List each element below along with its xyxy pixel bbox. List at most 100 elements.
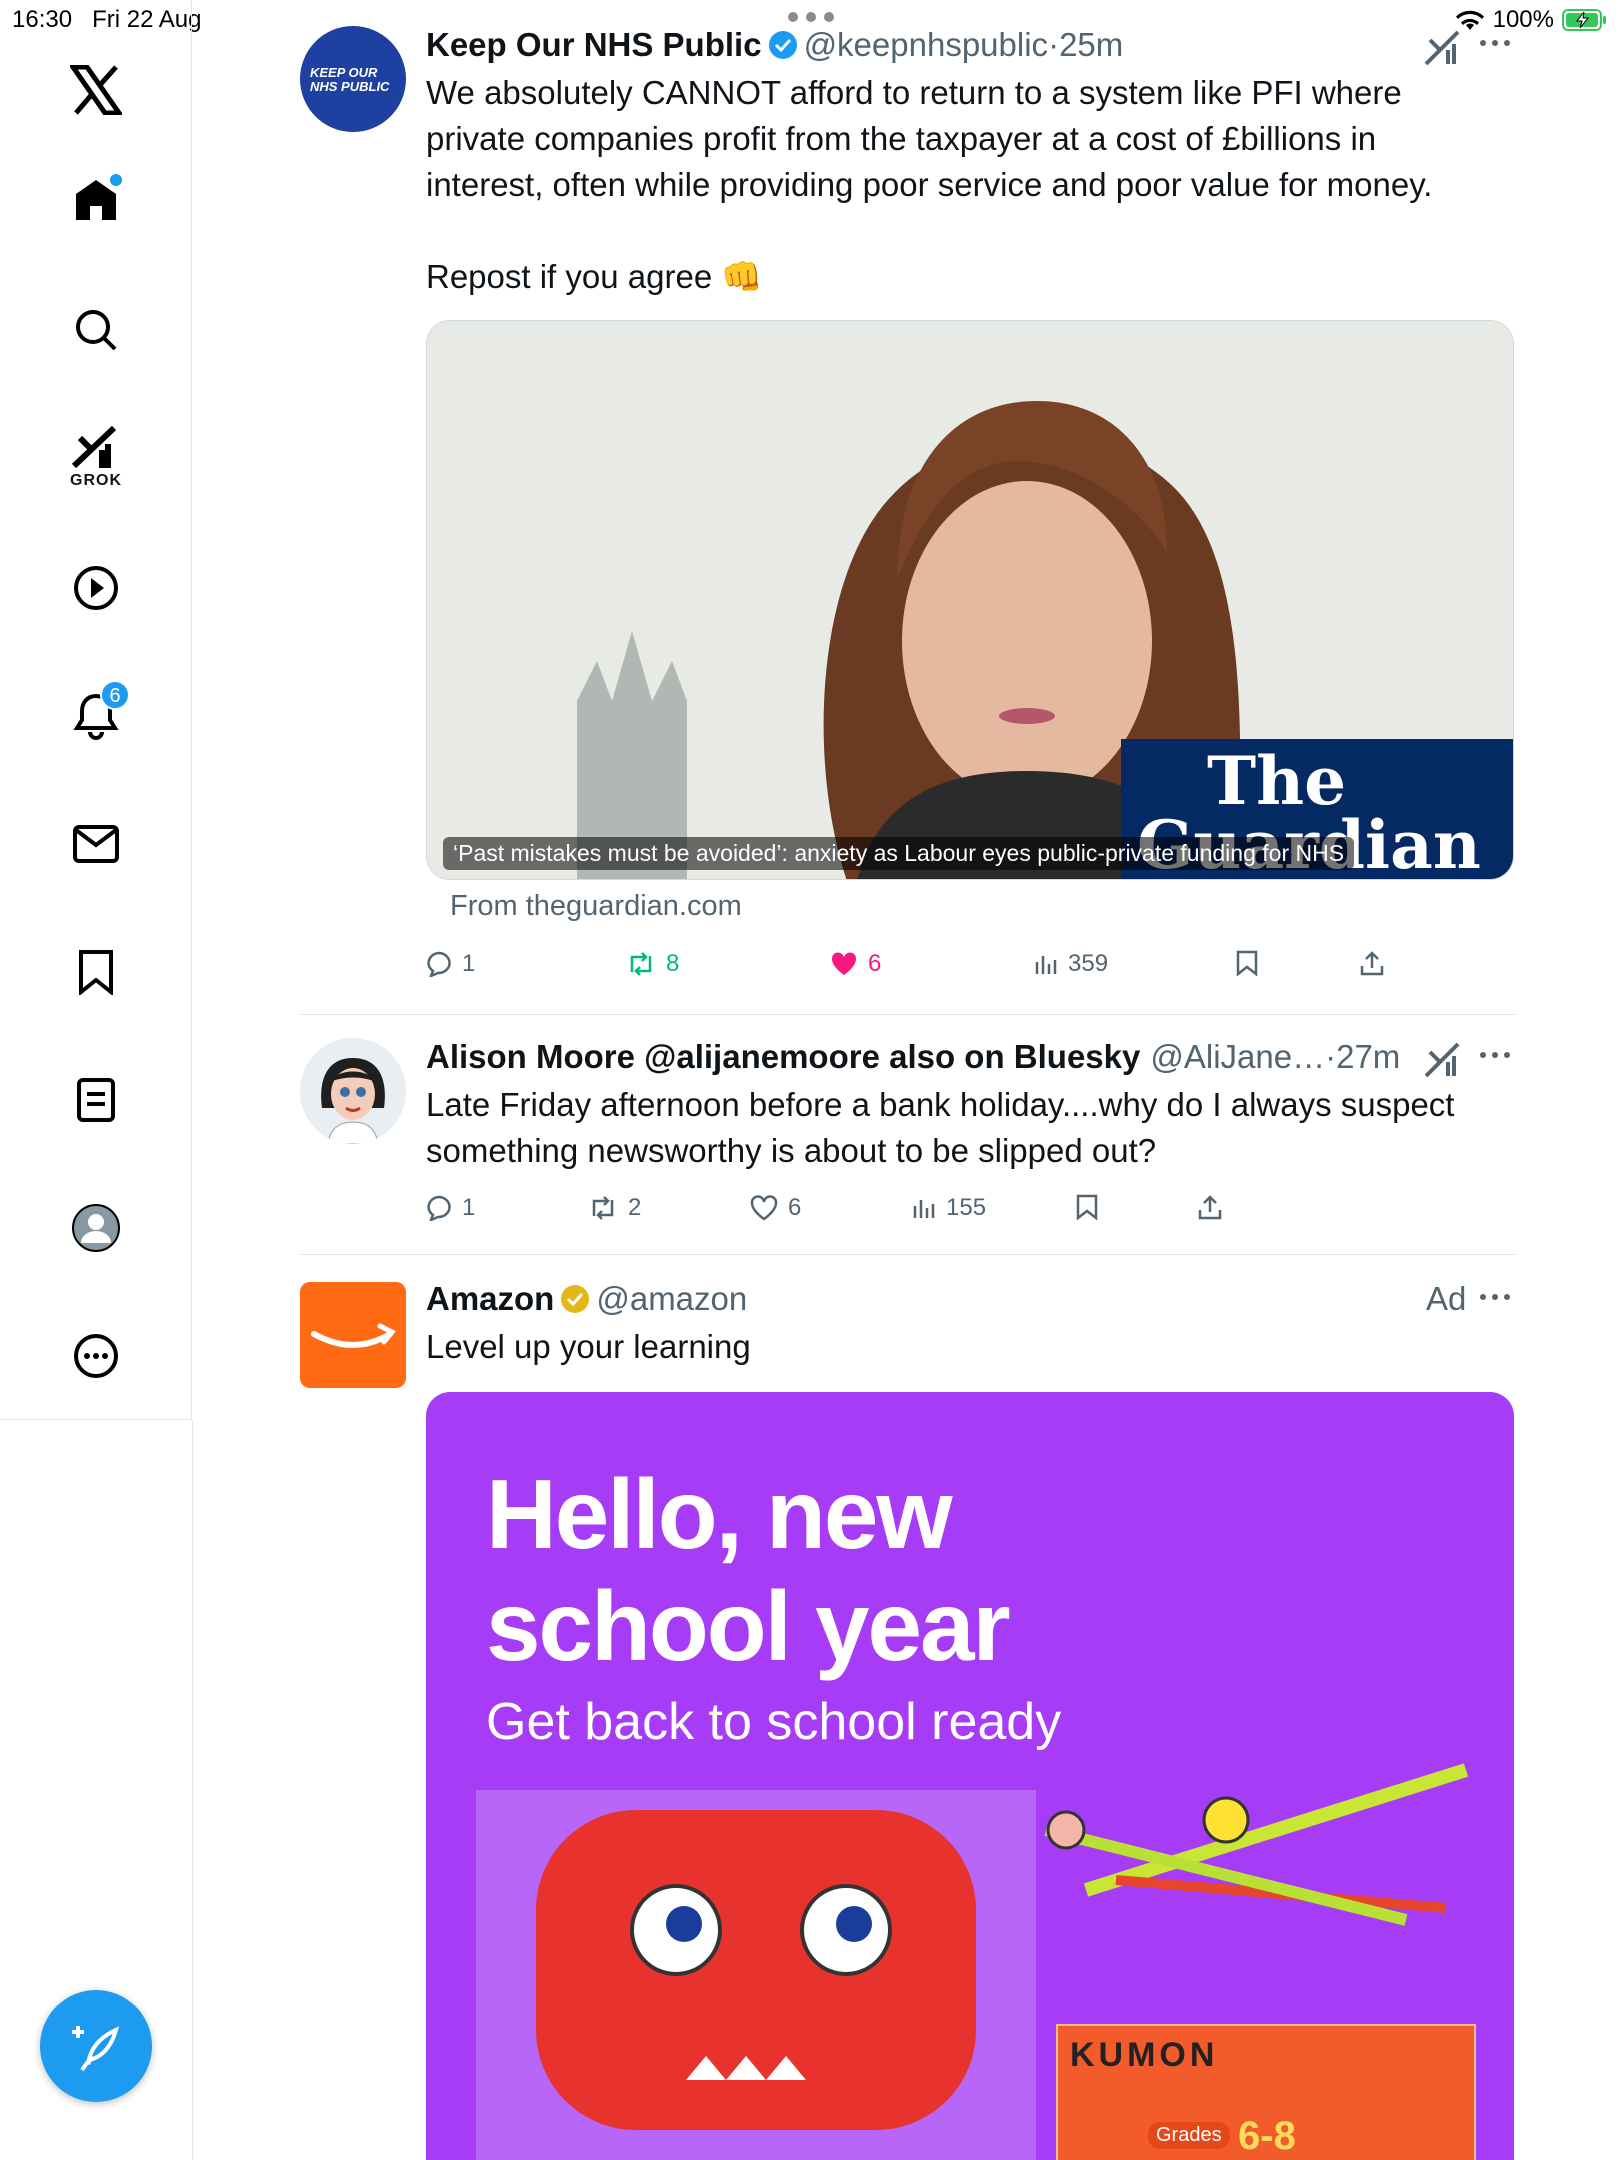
battery-charging-icon [1562,9,1606,31]
reply-button[interactable]: 1 [426,1194,475,1222]
link-card-caption: ‘Past mistakes must be avoided’: anxiety… [443,837,1355,870]
workbook-cover: KUMON Grades 6-8 [1056,2024,1476,2160]
share-button[interactable] [1360,950,1384,976]
sidebar-item-messages[interactable] [56,804,136,884]
notifications-badge: 6 [100,680,130,710]
post-divider [300,1254,1516,1255]
repost-count: 8 [666,950,680,977]
ad-image[interactable]: Hello, new school year Get back to schoo… [426,1392,1514,2160]
timestamp[interactable]: 27m [1336,1038,1400,1076]
ad-subheadline: Get back to school ready [486,1693,1062,1751]
search-icon [76,310,117,351]
timestamp[interactable]: 25m [1059,26,1123,64]
reply-icon [427,1195,451,1221]
profile-avatar-icon [72,1204,120,1252]
sidebar-item-bookmarks[interactable] [56,932,136,1012]
post-keep-our-nhs-public[interactable]: KEEP OUR NHS PUBLIC Keep Our NHS Public … [300,26,1516,1006]
amazon-smile-logo-icon [311,1323,396,1348]
home-new-dot [110,174,122,186]
sidebar-item-home[interactable] [56,160,136,240]
sidebar-item-video[interactable] [56,548,136,628]
sidebar-item-lists[interactable] [56,1060,136,1140]
bookmark-button[interactable] [1236,950,1258,976]
sidebar-item-grok[interactable]: GROK [56,418,136,498]
separator-dot: · [1325,1038,1337,1075]
post-alison-moore[interactable]: Alison Moore @alijanemoore also on Blues… [300,1038,1516,1238]
repost-icon [630,952,652,976]
bookmark-icon [1236,950,1258,976]
more-circle-icon [74,1334,118,1378]
envelope-icon [73,825,119,863]
like-count: 6 [868,950,882,977]
author-handle[interactable]: @AliJane… [1150,1038,1325,1076]
workbook-grade-range: 6-8 [1238,2114,1296,2158]
post-header: Keep Our NHS Public @keepnhspublic · 25m [426,26,1123,64]
avatar[interactable] [300,1038,406,1144]
cartoon-avatar-image [300,1038,406,1144]
avatar[interactable]: KEEP OUR NHS PUBLIC [300,26,406,132]
grok-explain-icon[interactable] [1424,1042,1462,1078]
sidebar-item-more[interactable] [56,1316,136,1396]
post-actions: 1 8 6 359 [426,950,1516,990]
workbook-grades-label: Grades [1148,2122,1230,2149]
share-icon [1360,951,1384,976]
share-button[interactable] [1198,1194,1222,1220]
grok-icon [72,426,117,469]
compose-post-button[interactable] [40,1990,152,2102]
sidebar-item-x-logo[interactable] [56,50,136,130]
views-button[interactable]: 155 [912,1194,986,1222]
author-handle[interactable]: @amazon [596,1280,747,1318]
post-header: Alison Moore @alijanemoore also on Blues… [426,1038,1400,1076]
bookmark-icon [79,950,113,995]
multitasking-grabber[interactable] [788,12,834,22]
sidebar-item-notifications[interactable]: 6 [56,676,136,756]
avatar-logo-text: KEEP OUR NHS PUBLIC [310,65,390,94]
verified-gold-badge-icon [561,1285,590,1313]
repost-count: 2 [628,1194,642,1221]
more-options-icon[interactable] [1478,1050,1512,1060]
reply-count: 1 [462,1194,476,1221]
author-name[interactable]: Keep Our NHS Public [426,26,762,64]
post-text: Late Friday afternoon before a bank holi… [426,1086,1455,1169]
repost-button[interactable]: 8 [626,950,679,978]
play-circle-icon [74,566,118,610]
avatar[interactable] [300,1282,406,1388]
bookmark-button[interactable] [1076,1194,1098,1220]
post-text: We absolutely CANNOT afford to return to… [426,74,1433,295]
view-count: 359 [1068,950,1109,977]
reply-icon [427,951,451,977]
sidebar-nav: GROK 6 [0,0,192,1420]
bookmark-icon [1076,1194,1098,1220]
post-actions: 1 2 6 155 [426,1194,1516,1234]
view-count: 155 [946,1194,987,1221]
reply-count: 1 [462,950,476,977]
post-text: Level up your learning [426,1328,751,1365]
author-name[interactable]: Amazon [426,1280,554,1318]
verified-badge-icon [768,31,797,59]
like-button[interactable]: 6 [830,950,881,978]
author-name[interactable]: Alison Moore @alijanemoore also on Blues… [426,1038,1140,1076]
more-options-icon[interactable] [1478,1292,1512,1302]
sidebar-item-profile[interactable] [56,1188,136,1268]
like-count: 6 [788,1194,802,1221]
sidebar-item-search[interactable] [56,290,136,370]
sidebar-divider [192,1420,193,2160]
like-button[interactable]: 6 [750,1194,801,1222]
views-chart-icon [913,1200,935,1218]
separator-dot: · [1048,26,1060,63]
ad-headline: Hello, new school year [486,1459,1011,1681]
ad-label: Ad [1426,1280,1467,1317]
grok-explain-icon[interactable] [1424,30,1462,66]
link-source[interactable]: From theguardian.com [450,890,742,923]
link-card[interactable]: The Guardian ‘Past mistakes must be avoi… [426,320,1514,880]
x-logo-icon [70,65,122,115]
views-button[interactable]: 359 [1034,950,1108,978]
views-chart-icon [1035,956,1057,974]
grok-label: GROK [70,472,122,489]
repost-button[interactable]: 2 [588,1194,641,1222]
more-options-icon[interactable] [1478,38,1512,48]
compose-feather-icon [72,2026,120,2072]
author-handle[interactable]: @keepnhspublic [804,26,1049,64]
list-icon [77,1078,115,1122]
reply-button[interactable]: 1 [426,950,475,978]
